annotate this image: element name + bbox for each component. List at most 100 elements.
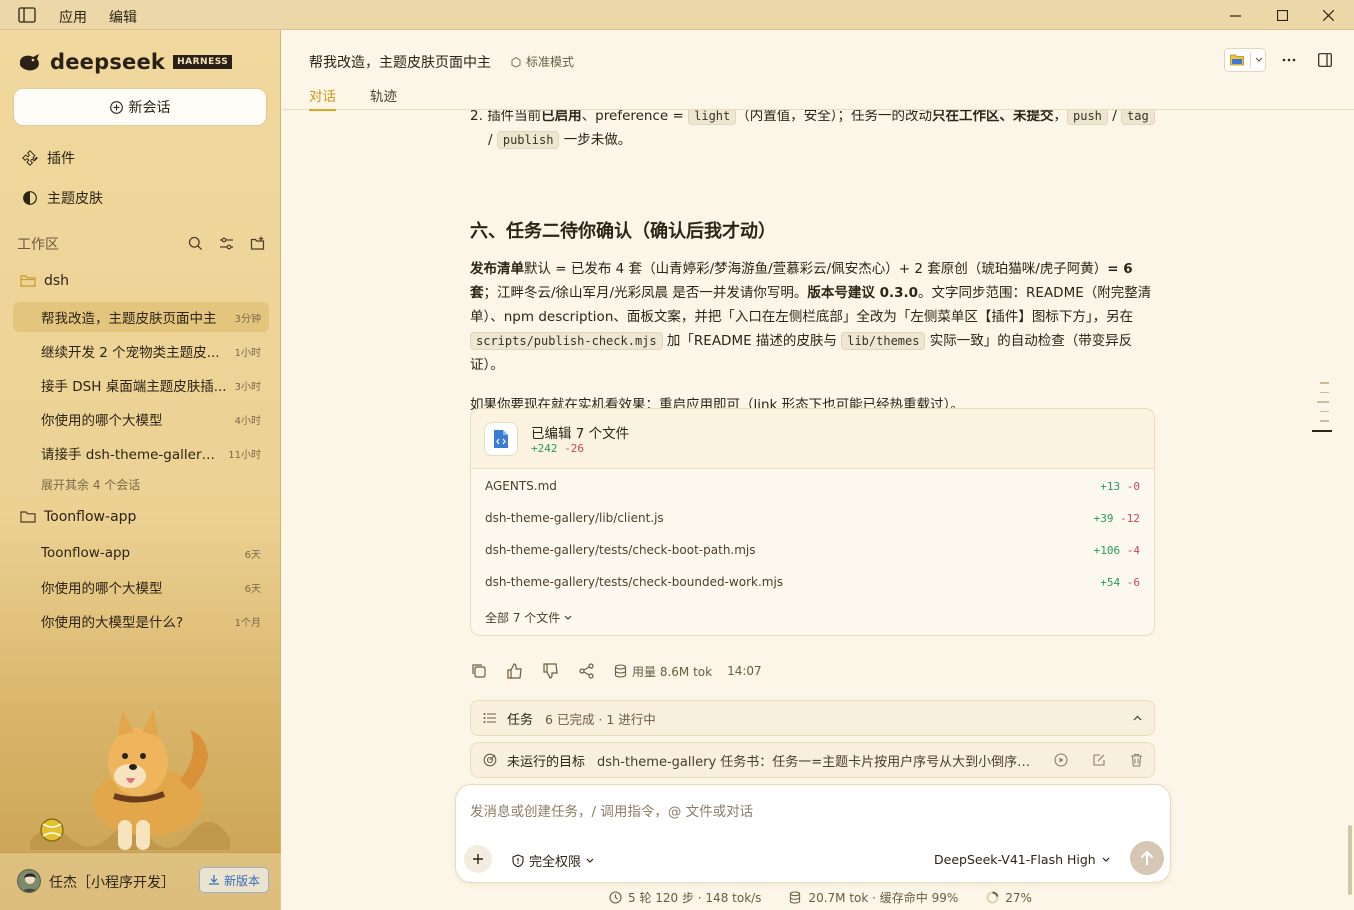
show-all-files[interactable]: 全部 7 个文件 — [485, 609, 572, 626]
session-time: 6天 — [244, 549, 261, 561]
session-time: 3分钟 — [234, 313, 261, 325]
lines-added: +242 — [531, 442, 558, 455]
plus-icon — [473, 854, 483, 864]
file-row[interactable]: dsh-theme-gallery/tests/check-bounded-wo… — [485, 566, 1140, 598]
lines-removed: -26 — [564, 442, 584, 455]
session-title: 继续开发 2 个宠物类主题皮... — [41, 345, 220, 361]
paragraph: 发布清单默认 = 已发布 4 套（山青婷彩/梦海游鱼/萱慕彩云/佩安杰心）+ 2… — [470, 257, 1160, 377]
sidebar-item-plugins[interactable]: 插件 — [22, 148, 75, 168]
open-in-explorer-button[interactable] — [1224, 48, 1266, 72]
user-name: 任杰［小程序开发］ — [49, 875, 175, 891]
session-item[interactable]: 你使用的哪个大模型 4小时 — [13, 404, 269, 434]
menu-app[interactable]: 应用 — [59, 7, 87, 27]
session-time: 4小时 — [234, 415, 261, 427]
plus-circle-icon — [109, 100, 123, 114]
edited-files-stats: +242 -26 — [531, 442, 584, 455]
session-item[interactable]: 你使用的大模型是什么? 1个月 — [13, 606, 269, 636]
filter-icon[interactable] — [219, 236, 234, 251]
session-item[interactable]: 你使用的哪个大模型 6天 — [13, 572, 269, 602]
attach-button[interactable] — [464, 845, 492, 873]
more-icon[interactable] — [1282, 58, 1296, 62]
folder-name: Toonflow-app — [44, 509, 137, 525]
lines-removed: -0 — [1126, 479, 1140, 493]
thumbs-up-icon[interactable] — [506, 662, 524, 680]
minimize-icon[interactable] — [1212, 0, 1258, 30]
maximize-icon[interactable] — [1259, 0, 1305, 30]
folder-toonflow[interactable]: Toonflow-app — [20, 509, 136, 525]
play-icon[interactable] — [1054, 753, 1068, 767]
title-bar: 应用 编辑 — [0, 0, 1354, 30]
task-panel-toggle[interactable]: 任务 6 已完成 · 1 进行中 — [470, 700, 1155, 736]
list-number: 2. — [470, 108, 483, 124]
send-button[interactable] — [1130, 841, 1164, 875]
new-version-label: 新版本 — [223, 873, 260, 888]
folder-open-icon — [20, 275, 36, 287]
menu-edit[interactable]: 编辑 — [109, 7, 137, 27]
session-item[interactable]: Toonflow-app 6天 — [13, 538, 269, 568]
lines-added: +106 — [1093, 543, 1121, 557]
text: 插件当前 — [487, 108, 542, 124]
file-row[interactable]: dsh-theme-gallery/lib/client.js +39 -12 — [485, 502, 1140, 534]
session-title: 你使用的哪个大模型 — [41, 581, 163, 597]
session-title: 你使用的哪个大模型 — [41, 413, 163, 429]
file-name: AGENTS.md — [485, 479, 557, 493]
lines-added: +13 — [1100, 479, 1121, 493]
permission-select[interactable]: 完全权限 — [512, 851, 594, 870]
thumbs-down-icon[interactable] — [542, 662, 560, 680]
clock-icon — [609, 891, 622, 904]
session-item[interactable]: 请接手 dsh-theme-gallery ... 11小时 — [13, 438, 269, 468]
text: ， — [1053, 108, 1068, 124]
session-item[interactable]: 继续开发 2 个宠物类主题皮... 1小时 — [13, 336, 269, 366]
edited-files-title: 已编辑 7 个文件 — [531, 426, 630, 442]
search-icon[interactable] — [188, 236, 203, 251]
sidebar-item-label: 主题皮肤 — [47, 191, 103, 207]
inline-code: lib/themes — [841, 332, 926, 350]
usage-info: 用量 8.6M tok 14:07 — [614, 663, 762, 680]
file-row[interactable]: AGENTS.md +13 -0 — [485, 470, 1140, 502]
share-icon[interactable] — [578, 662, 596, 680]
steps-stat: 5 轮 120 步 · 148 tok/s — [628, 891, 762, 905]
text-bold: 发布清单 — [470, 261, 524, 277]
folder-dsh[interactable]: dsh — [20, 273, 69, 289]
tab-chat[interactable]: 对话 — [309, 85, 336, 111]
copy-icon[interactable] — [470, 662, 488, 680]
trash-icon[interactable] — [1130, 753, 1143, 767]
session-item[interactable]: 帮我改造，主题皮肤页面中主 3分钟 — [13, 302, 269, 332]
close-icon[interactable] — [1305, 0, 1351, 30]
panel-toggle-icon[interactable] — [1318, 53, 1332, 67]
edited-files-header[interactable]: 已编辑 7 个文件 +242 -26 — [471, 409, 1154, 469]
new-version-button[interactable]: 新版本 — [199, 867, 269, 893]
conversation-minimap[interactable] — [1312, 382, 1332, 440]
chevron-down-icon — [586, 858, 594, 863]
task-label: 任务 — [507, 712, 534, 728]
context-ring-icon — [986, 891, 999, 904]
sidebar-item-themes[interactable]: 主题皮肤 — [22, 188, 103, 208]
toggle-sidebar-icon[interactable] — [18, 7, 36, 23]
expand-more-sessions[interactable]: 展开其余 4 个会话 — [41, 476, 140, 493]
session-item[interactable]: 接手 DSH 桌面端主题皮肤插... 3小时 — [13, 370, 269, 400]
new-folder-icon[interactable] — [250, 236, 265, 251]
new-chat-button[interactable]: 新会话 — [13, 88, 267, 126]
composer-input[interactable]: 发消息或创建任务，/ 调用指令，@ 文件或对话 — [470, 800, 753, 820]
text-bold: 已启用 — [541, 108, 582, 124]
file-row[interactable]: dsh-theme-gallery/tests/check-boot-path.… — [485, 534, 1140, 566]
text-bold: 版本号建议 0.3.0 — [807, 285, 919, 301]
text: / — [1107, 108, 1122, 124]
message-composer[interactable]: 发消息或创建任务，/ 调用指令，@ 文件或对话 完全权限 DeepSeek-V4… — [455, 784, 1171, 883]
brand-logo: deepseek HARNESS — [18, 50, 233, 74]
mode-indicator[interactable]: 标准模式 — [510, 53, 574, 70]
edit-icon[interactable] — [1092, 753, 1106, 767]
target-icon — [483, 753, 497, 767]
edited-files-card: 已编辑 7 个文件 +242 -26 AGENTS.md +13 -0 dsh-t… — [470, 408, 1155, 636]
scrollbar-thumb[interactable] — [1348, 825, 1352, 895]
session-title: Toonflow-app — [41, 545, 131, 561]
puzzle-icon — [22, 150, 38, 166]
main-panel: 帮我改造，主题皮肤页面中主 标准模式 对话 轨迹 2. 插件当前已启用、pref… — [282, 30, 1354, 910]
model-select[interactable]: DeepSeek-V41-Flash High — [934, 852, 1110, 867]
context-stat: 27% — [1005, 890, 1032, 905]
avatar[interactable] — [17, 869, 41, 893]
message-time: 14:07 — [727, 664, 762, 678]
task-list-icon — [483, 713, 496, 723]
chevron-down-icon — [1255, 57, 1263, 62]
tab-trace[interactable]: 轨迹 — [370, 85, 397, 111]
